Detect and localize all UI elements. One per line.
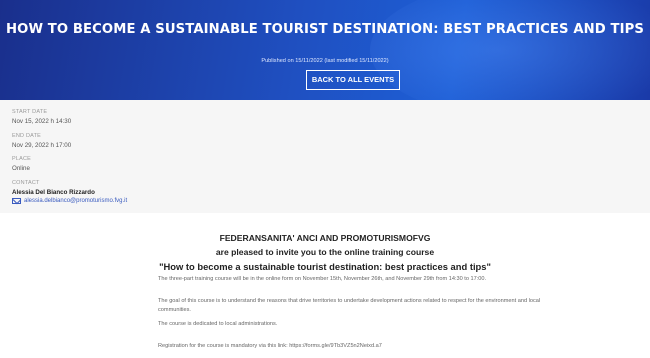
event-header-banner: HOW TO BECOME A SUSTAINABLE TOURIST DEST… xyxy=(0,0,650,100)
event-details-panel: START DATE Nov 15, 2022 h 14:30 END DATE… xyxy=(0,100,650,213)
contact-email[interactable]: alessia.delbianco@promoturismo.fvg.it xyxy=(24,198,127,204)
start-date-value: Nov 15, 2022 h 14:30 xyxy=(12,118,72,125)
event-title: HOW TO BECOME A SUSTAINABLE TOURIST DEST… xyxy=(6,22,644,37)
organizers-heading: FEDERANSANITA' ANCI AND PROMOTURISMOFVG xyxy=(219,233,431,243)
contact-email-link[interactable]: alessia.delbianco@promoturismo.fvg.it xyxy=(12,198,127,204)
published-date: Published on 15/11/2022 (last modified 1… xyxy=(261,58,389,64)
course-schedule-paragraph: The three-part training course will be i… xyxy=(158,276,487,282)
place-label: PLACE xyxy=(12,156,32,162)
course-audience-paragraph: The course is dedicated to local adminis… xyxy=(158,321,278,327)
course-title-heading: "How to become a sustainable tourist des… xyxy=(159,261,491,272)
invite-subheading: are pleased to invite you to the online … xyxy=(215,247,435,257)
contact-name: Alessia Del Bianco Rizzardo xyxy=(12,189,95,196)
start-date-label: START DATE xyxy=(12,109,48,115)
place-value: Online xyxy=(12,165,30,172)
end-date-value: Nov 29, 2022 h 17:00 xyxy=(12,142,72,149)
banner-decoration xyxy=(370,0,650,100)
mail-icon xyxy=(12,198,21,204)
contact-label: CONTACT xyxy=(12,180,40,186)
end-date-label: END DATE xyxy=(12,133,42,139)
course-goal-paragraph: The goal of this course is to understand… xyxy=(158,298,541,313)
registration-paragraph: Registration for the course is mandatory… xyxy=(158,343,382,349)
back-to-all-events-button[interactable]: BACK TO ALL EVENTS xyxy=(306,70,400,90)
